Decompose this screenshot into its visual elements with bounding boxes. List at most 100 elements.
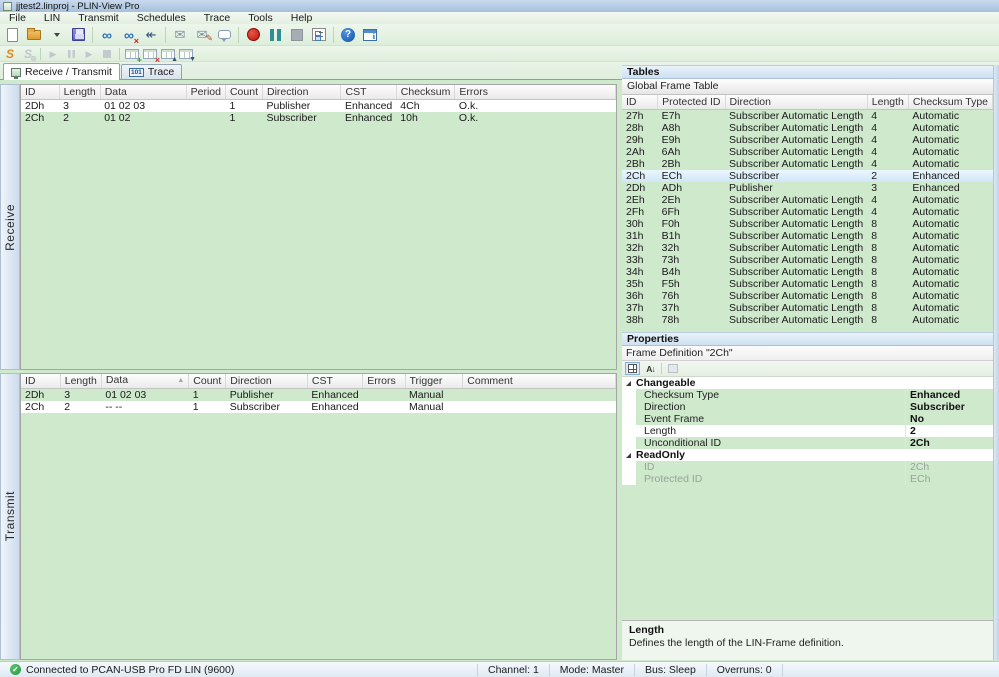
col-length[interactable]: Length — [60, 374, 102, 389]
col-checksum-type[interactable]: Checksum Type — [908, 95, 994, 110]
schedule-stop-button[interactable] — [99, 47, 115, 61]
tab-receive-transmit[interactable]: Receive / Transmit — [3, 63, 120, 80]
col-count[interactable]: Count — [225, 85, 264, 100]
col-id[interactable]: ID — [21, 374, 61, 389]
frame-table-row[interactable]: 27h E7h Subscriber Automatic Length 4 Au… — [622, 109, 993, 122]
frame-table-row[interactable]: 28h A8h Subscriber Automatic Length 4 Au… — [622, 121, 993, 134]
col-id[interactable]: ID — [21, 85, 60, 100]
col-period[interactable]: Period — [186, 85, 226, 100]
open-project-dropdown[interactable] — [46, 25, 66, 45]
new-message-button[interactable]: ✉ — [170, 25, 190, 45]
menu-tools[interactable]: Tools — [239, 12, 282, 24]
open-project-button[interactable] — [24, 25, 44, 45]
property-value[interactable]: 2 — [905, 425, 993, 437]
menu-transmit[interactable]: Transmit — [69, 12, 127, 24]
global-frame-table-bar[interactable]: Global Frame Table — [622, 79, 993, 95]
frame-table-row[interactable]: 2Bh 2Bh Subscriber Automatic Length 4 Au… — [622, 157, 993, 170]
titlebar[interactable]: jjtest2.linproj - PLIN-View Pro — [0, 0, 999, 12]
categorized-view-button[interactable] — [625, 362, 640, 375]
col-id[interactable]: ID — [622, 95, 659, 110]
col-protected-id[interactable]: Protected ID — [657, 95, 726, 110]
property-pages-button[interactable] — [665, 362, 680, 375]
col-length[interactable]: Length — [59, 85, 101, 100]
menu-file[interactable]: File — [0, 12, 35, 24]
frame-table-row[interactable]: 2Eh 2Eh Subscriber Automatic Length 4 Au… — [622, 193, 993, 206]
category-readonly[interactable]: ReadOnly — [622, 449, 993, 461]
schedule-next-button[interactable]: ▶ — [81, 47, 97, 61]
table-delete-button[interactable]: × — [142, 47, 160, 64]
schedule-play-button[interactable]: ▶ — [45, 47, 61, 61]
connect-button[interactable]: ∞ — [97, 25, 117, 45]
disconnect-button[interactable]: ∞ × — [119, 25, 139, 46]
property-value[interactable]: Subscriber — [905, 401, 993, 413]
col-cst[interactable]: CST — [340, 85, 397, 100]
col-trigger[interactable]: Trigger — [405, 374, 464, 389]
property-row[interactable]: Protected ID ECh — [622, 473, 993, 485]
property-row[interactable]: Unconditional ID 2Ch — [622, 437, 993, 449]
col-comment[interactable]: Comment — [462, 374, 616, 389]
frame-table-row[interactable]: 36h 76h Subscriber Automatic Length 8 Au… — [622, 289, 993, 302]
col-direction[interactable]: Direction — [262, 85, 342, 100]
transmit-row[interactable]: 2Dh 3 01 02 03 1 Publisher Enhanced Manu… — [21, 388, 616, 401]
menu-help[interactable]: Help — [282, 12, 322, 24]
receive-row[interactable]: 2Dh 3 01 02 03 1 Publisher Enhanced 4Ch … — [21, 99, 616, 112]
frame-table-row[interactable]: 38h 78h Subscriber Automatic Length 8 Au… — [622, 313, 993, 326]
col-errors[interactable]: Errors — [454, 85, 616, 100]
transmit-row[interactable]: 2Ch 2 -- -- 1 Subscriber Enhanced Manual — [21, 400, 616, 413]
menu-lin[interactable]: LIN — [35, 12, 69, 24]
property-row[interactable]: Length 2 — [622, 425, 993, 437]
property-row[interactable]: Checksum Type Enhanced — [622, 389, 993, 401]
frame-table-row[interactable]: 34h B4h Subscriber Automatic Length 8 Au… — [622, 265, 993, 278]
alphabetical-view-button[interactable]: A↓ — [643, 362, 658, 375]
schedule-pause-button[interactable] — [63, 47, 79, 61]
frame-table-row[interactable]: 33h 73h Subscriber Automatic Length 8 Au… — [622, 253, 993, 266]
col-count[interactable]: Count — [188, 374, 227, 389]
receive-row[interactable]: 2Ch 2 01 02 1 Subscriber Enhanced 10h O.… — [21, 111, 616, 124]
schedule-run-button[interactable]: S — [2, 47, 18, 61]
col-cst[interactable]: CST — [307, 374, 364, 389]
category-changeable[interactable]: Changeable — [622, 377, 993, 389]
frame-table-row[interactable]: 32h 32h Subscriber Automatic Length 8 Au… — [622, 241, 993, 254]
frame-table-row[interactable]: 2Ch ECh Subscriber 2 Enhanced — [622, 169, 993, 182]
property-value[interactable]: No — [905, 413, 993, 425]
property-value[interactable]: Enhanced — [905, 389, 993, 401]
menu-trace[interactable]: Trace — [195, 12, 239, 24]
col-errors[interactable]: Errors — [362, 374, 406, 389]
frame-table-row[interactable]: 29h E9h Subscriber Automatic Length 4 Au… — [622, 133, 993, 146]
frame-table-row[interactable]: 2Dh ADh Publisher 3 Enhanced — [622, 181, 993, 194]
frame-table-row[interactable]: 37h 37h Subscriber Automatic Length 8 Au… — [622, 301, 993, 314]
status-info-button[interactable]: i — [360, 25, 380, 45]
table-move-up-button[interactable]: ▲ — [160, 47, 178, 63]
schedule-suspend-button[interactable]: S ⊗ — [20, 47, 37, 63]
col-data[interactable]: Data ▲ — [101, 374, 190, 389]
new-file-button[interactable] — [2, 25, 22, 45]
stop-button[interactable] — [287, 25, 307, 45]
comment-button[interactable] — [214, 25, 234, 45]
menu-schedules[interactable]: Schedules — [128, 12, 195, 24]
property-value[interactable]: 2Ch — [905, 437, 993, 449]
hardware-reset-button[interactable]: ↞ — [141, 25, 161, 45]
right-scrollbar-strip[interactable] — [993, 65, 999, 660]
table-move-down-button[interactable]: ▼ — [178, 47, 196, 63]
col-checksum[interactable]: Checksum — [396, 85, 456, 100]
transmit-section-strip[interactable]: Transmit — [0, 373, 20, 660]
save-project-button[interactable] — [68, 25, 88, 45]
tab-trace[interactable]: 101 Trace — [120, 64, 183, 79]
col-direction[interactable]: Direction — [725, 95, 868, 110]
frame-table-row[interactable]: 31h B1h Subscriber Automatic Length 8 Au… — [622, 229, 993, 242]
record-button[interactable] — [243, 25, 263, 45]
edit-message-button[interactable]: ✉ ✎ — [192, 25, 213, 45]
col-direction[interactable]: Direction — [225, 374, 308, 389]
property-row[interactable]: ID 2Ch — [622, 461, 993, 473]
receive-section-strip[interactable]: Receive — [0, 84, 20, 370]
pause-button[interactable] — [265, 25, 285, 45]
property-row[interactable]: Event Frame No — [622, 413, 993, 425]
frame-table-row[interactable]: 2Ah 6Ah Subscriber Automatic Length 4 Au… — [622, 145, 993, 158]
property-row[interactable]: Direction Subscriber — [622, 401, 993, 413]
col-length[interactable]: Length — [867, 95, 909, 110]
frame-table-row[interactable]: 35h F5h Subscriber Automatic Length 8 Au… — [622, 277, 993, 290]
col-data[interactable]: Data — [100, 85, 187, 100]
frame-table-row[interactable]: 2Fh 6Fh Subscriber Automatic Length 4 Au… — [622, 205, 993, 218]
table-add-button[interactable]: + — [124, 47, 142, 64]
frame-table-row[interactable]: 30h F0h Subscriber Automatic Length 8 Au… — [622, 217, 993, 230]
